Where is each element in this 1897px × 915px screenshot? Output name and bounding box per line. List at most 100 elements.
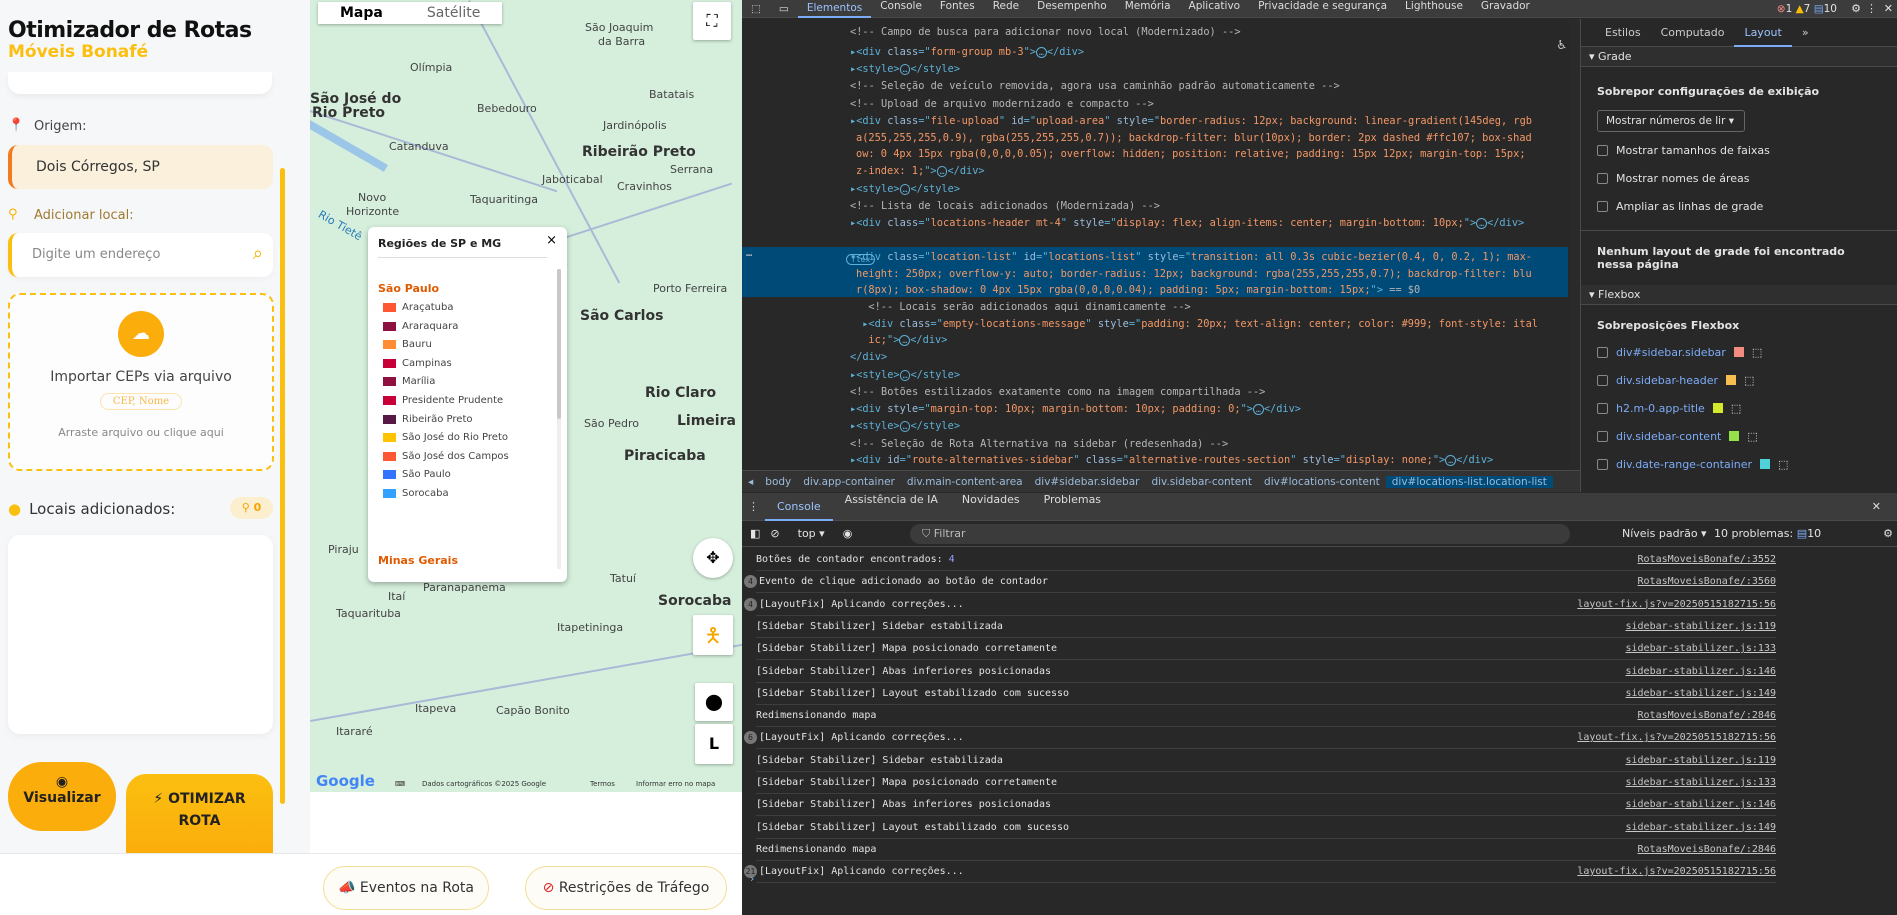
flexbox-element-link[interactable]: div.date-range-container: [1616, 458, 1752, 471]
console-source-link[interactable]: sidebar-stabilizer.js:146: [1625, 794, 1776, 815]
overlay-color-swatch[interactable]: [1712, 403, 1723, 413]
console-source-link[interactable]: sidebar-stabilizer.js:149: [1625, 683, 1776, 704]
pegman-icon[interactable]: 🯅: [693, 615, 733, 655]
map-type-map[interactable]: Mapa: [318, 2, 405, 24]
log-levels-select[interactable]: Níveis padrão ▾: [1622, 527, 1707, 540]
map-terms-link[interactable]: Termos: [590, 780, 615, 788]
checkbox[interactable]: [1597, 144, 1608, 156]
reveal-element-icon[interactable]: ⬚: [1778, 458, 1788, 471]
console-source-link[interactable]: sidebar-stabilizer.js:119: [1625, 616, 1776, 637]
devtools-tab-1[interactable]: Console: [871, 0, 931, 18]
console-tab-3[interactable]: Problemas: [1032, 493, 1113, 521]
code-line[interactable]: height: 250px; overflow-y: auto; border-…: [856, 266, 1532, 282]
overlay-color-swatch[interactable]: [1760, 459, 1771, 469]
file-upload-area[interactable]: ☁ Importar CEPs via arquivo CEP, Nome Ar…: [8, 293, 274, 471]
origin-field[interactable]: Dois Córregos, SP: [8, 145, 273, 189]
code-line[interactable]: ▸<div id="route-alternatives-sidebar" cl…: [850, 452, 1493, 468]
checkbox[interactable]: [1597, 430, 1608, 442]
address-input[interactable]: Digite um endereço ⌕: [8, 233, 273, 277]
checkbox[interactable]: [1597, 458, 1608, 470]
reveal-element-icon[interactable]: ⬚: [1731, 402, 1741, 415]
optimize-route-button[interactable]: ⚡ OTIMIZAR ROTA: [126, 774, 273, 853]
console-tab-1[interactable]: Assistência de IA: [833, 493, 950, 521]
flexbox-overlay-item[interactable]: h2.m-0.app-title ⬚: [1581, 394, 1897, 422]
overlay-color-swatch[interactable]: [1729, 431, 1740, 441]
console-source-link[interactable]: sidebar-stabilizer.js:133: [1625, 638, 1776, 659]
device-toolbar-icon[interactable]: ▭: [770, 3, 798, 15]
flexbox-element-link[interactable]: div.sidebar-content: [1616, 430, 1721, 443]
checkbox[interactable]: [1597, 200, 1608, 212]
breadcrumb-item[interactable]: div#locations-content: [1258, 476, 1386, 488]
devtools-tab-9[interactable]: Gravador: [1472, 0, 1539, 18]
google-logo[interactable]: Google: [316, 772, 375, 790]
map[interactable]: São José do Rio Preto Olímpia Bebedouro São …: [310, 0, 742, 792]
checkbox[interactable]: [1597, 346, 1608, 358]
console-tab-0[interactable]: Console: [765, 493, 833, 521]
map-report-link[interactable]: Informar erro no mapa: [636, 780, 715, 788]
flexbox-overlay-item[interactable]: div.sidebar-content ⬚: [1581, 422, 1897, 450]
console-source-link[interactable]: RotasMoveisBonafe/:2846: [1638, 839, 1776, 860]
breadcrumb-item[interactable]: div#sidebar.sidebar: [1029, 476, 1146, 488]
settings-gear-icon[interactable]: ⚙: [1851, 2, 1861, 15]
checkbox[interactable]: [1597, 402, 1608, 414]
devtools-tab-3[interactable]: Rede: [984, 0, 1028, 18]
code-line[interactable]: </div>: [850, 349, 887, 365]
flexbox-element-link[interactable]: div.sidebar-header: [1616, 374, 1718, 387]
console-tab-2[interactable]: Novidades: [950, 493, 1032, 521]
sidebar-scrollbar[interactable]: [280, 168, 285, 804]
peg-l-button[interactable]: L: [695, 724, 733, 764]
locations-count-badge[interactable]: ⚲ 0: [230, 497, 273, 519]
console-source-link[interactable]: sidebar-stabilizer.js:133: [1625, 772, 1776, 793]
devtools-tab-8[interactable]: Lighthouse: [1396, 0, 1472, 18]
flexbox-overlay-item[interactable]: div#sidebar.sidebar ⬚: [1581, 338, 1897, 366]
console-source-link[interactable]: sidebar-stabilizer.js:146: [1625, 661, 1776, 682]
reveal-element-icon[interactable]: ⬚: [1744, 374, 1754, 387]
code-line[interactable]: <!-- Seleção de veículo removida, agora …: [850, 78, 1340, 94]
search-icon[interactable]: ⌕: [253, 243, 263, 264]
traffic-restrictions-button[interactable]: ⊘ Restrições de Tráfego: [525, 866, 727, 910]
console-source-link[interactable]: RotasMoveisBonafe/:2846: [1638, 705, 1776, 726]
code-line[interactable]: <!-- Lista de locais adicionados (Modern…: [850, 198, 1160, 214]
console-source-link[interactable]: RotasMoveisBonafe/:3560: [1638, 571, 1776, 592]
node-more-icon[interactable]: …: [746, 247, 752, 259]
flexbox-element-link[interactable]: div#sidebar.sidebar: [1616, 346, 1726, 359]
side-tab-0[interactable]: Estilos: [1595, 19, 1651, 47]
console-filter-input[interactable]: ⛉ Filtrar: [910, 524, 1570, 544]
devtools-tab-5[interactable]: Memória: [1116, 0, 1180, 18]
more-tabs-icon[interactable]: »: [1792, 19, 1819, 47]
code-line[interactable]: ▸<style>… </style>: [850, 367, 960, 383]
code-line[interactable]: <!-- Campo de busca para adicionar novo …: [850, 24, 1241, 40]
console-source-link[interactable]: layout-fix.js?v=20250515182715:56: [1577, 727, 1776, 748]
breadcrumb-item[interactable]: div.main-content-area: [901, 476, 1029, 488]
side-tab-2[interactable]: Layout: [1734, 19, 1792, 47]
problems-button[interactable]: 10 problemas: ▤10: [1714, 527, 1821, 540]
breadcrumb-item[interactable]: body: [759, 476, 797, 488]
code-line[interactable]: ic;">… </div>: [856, 332, 947, 348]
flexbox-overlay-item[interactable]: div.date-range-container ⬚: [1581, 450, 1897, 478]
map-type-satellite[interactable]: Satélite: [405, 2, 502, 24]
overlay-color-swatch[interactable]: [1726, 375, 1736, 385]
breadcrumb-item[interactable]: div.sidebar-content: [1145, 476, 1258, 488]
devtools-tab-7[interactable]: Privacidade e segurança: [1249, 0, 1396, 18]
console-prompt[interactable]: ›: [750, 872, 754, 885]
console-settings-icon[interactable]: ⚙: [1883, 527, 1893, 540]
camera-control-button[interactable]: ✥: [693, 538, 733, 578]
console-source-link[interactable]: RotasMoveisBonafe/:3552: [1638, 549, 1776, 570]
code-line[interactable]: ▸<div class="form-group mb-3">… </div>: [850, 44, 1084, 60]
code-line[interactable]: <!-- Upload de arquivo modernizado e com…: [850, 96, 1154, 112]
grid-checkbox[interactable]: Mostrar nomes de áreas: [1581, 164, 1897, 192]
code-line[interactable]: ▸<div class="empty-locations-message" st…: [856, 316, 1538, 332]
console-source-link[interactable]: layout-fix.js?v=20250515182715:56: [1577, 594, 1776, 615]
code-line[interactable]: ▸<div class="locations-header mt-4" styl…: [850, 215, 1524, 231]
flexbox-section-header[interactable]: ▾ Flexbox: [1581, 285, 1897, 305]
overlay-color-swatch[interactable]: [1733, 347, 1744, 357]
side-tab-1[interactable]: Computado: [1651, 19, 1735, 47]
code-line[interactable]: <!-- Seleção de Rota Alternativa na side…: [850, 436, 1228, 452]
breadcrumb-item[interactable]: div#locations-list.location-list: [1385, 475, 1553, 488]
code-line[interactable]: ▾<div class="location-list" id="location…: [850, 249, 1532, 265]
grid-checkbox[interactable]: Mostrar tamanhos de faixas: [1581, 136, 1897, 164]
reveal-element-icon[interactable]: ⬚: [1752, 346, 1762, 359]
flex-badge[interactable]: flex: [846, 254, 876, 265]
devtools-tab-0[interactable]: Elementos: [797, 0, 872, 18]
drawer-menu-icon[interactable]: ⋮: [742, 500, 765, 513]
